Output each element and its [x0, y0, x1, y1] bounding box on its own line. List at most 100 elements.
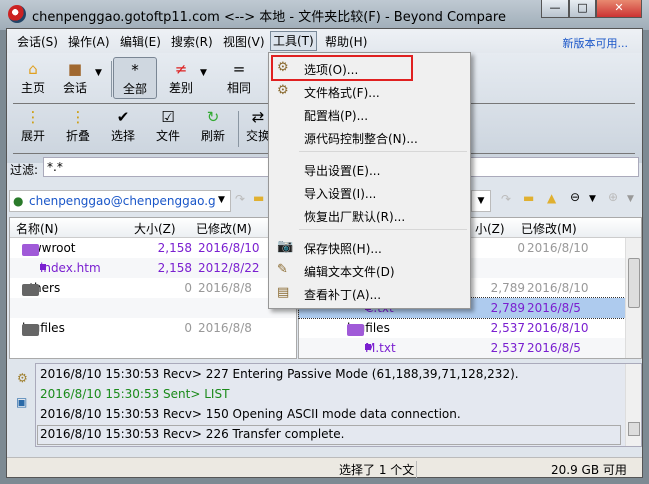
edit-text-icon: ✎ [277, 262, 288, 277]
name-column-header[interactable]: 名称(N) [16, 220, 58, 237]
menu-view[interactable]: 视图(V) [223, 33, 265, 50]
tools-menu-item[interactable]: 配置档(P)... [269, 105, 470, 125]
session-label: 会话 [62, 81, 87, 95]
tools-menu-item[interactable]: 恢复出厂默认(R)... [269, 206, 470, 226]
menu-session[interactable]: 会话(S) [17, 33, 58, 50]
maximize-button[interactable]: □ [569, 0, 596, 18]
select-label: 选择 [110, 129, 135, 143]
title-bar: chenpenggao.gotoftp11.com <--> 本地 - 文件夹比… [0, 0, 649, 30]
back-icon[interactable]: ⊖ [570, 190, 580, 204]
table-row[interactable] [10, 298, 296, 318]
parent-folder-icon[interactable]: ▲ [547, 191, 556, 205]
new-version-link[interactable]: 新版本可用... [563, 35, 629, 51]
menu-search[interactable]: 搜索(R) [171, 33, 213, 50]
file-format-icon: ⚙ [277, 83, 289, 98]
file-date: 2016/8/10 [198, 241, 260, 255]
same-button[interactable]: = 相同 [217, 59, 261, 96]
file-icon [40, 264, 46, 270]
minimize-button[interactable]: — [541, 0, 569, 18]
not-equal-icon: ≠ [174, 60, 188, 78]
home-label: 主页 [20, 81, 45, 95]
chevron-down-icon[interactable]: ▼ [627, 194, 634, 204]
home-button[interactable]: ⌂ 主页 [11, 59, 55, 96]
menu-edit[interactable]: 编辑(E) [120, 33, 161, 50]
checkmark-icon: ✔ [116, 108, 130, 126]
briefcase-icon: ■ [67, 60, 83, 78]
table-row[interactable]: others 0 2016/8/8 [10, 278, 296, 298]
table-row[interactable]: index.htm 2,158 2012/8/22 [10, 258, 296, 278]
tools-menu-item[interactable]: ✎ 编辑文本文件(D) [269, 261, 470, 281]
table-row[interactable]: logfiles 2,537 2016/8/10 [299, 318, 625, 338]
modified-column-header[interactable]: 已修改(M) [196, 220, 252, 237]
scrollbar-thumb[interactable] [628, 422, 640, 436]
folder-icon [22, 244, 39, 256]
save-icon[interactable]: ▣ [16, 395, 27, 409]
folder-icon [22, 284, 39, 296]
tools-menu-item[interactable]: 源代码控制整合(N)... [269, 128, 470, 148]
files-button[interactable]: ☑ 文件 [146, 107, 190, 144]
tools-menu-item[interactable]: 📷 保存快照(H)... [269, 238, 470, 258]
close-button[interactable]: ✕ [596, 0, 642, 18]
file-name: index.htm [40, 261, 101, 275]
log-scrollbar[interactable] [625, 364, 641, 446]
tools-menu-item[interactable]: ⚙ 文件格式(F)... [269, 82, 470, 102]
menu-item-label: 配置档(P)... [304, 109, 369, 123]
tools-menu-item[interactable]: ▤ 查看补丁(A)... [269, 284, 470, 304]
file-name: others [22, 281, 60, 296]
left-file-pane: 名称(N) 大小(Z) 已修改(M) wwwroot 2,158 2016/8/10… [9, 217, 297, 359]
file-size: 2,537 [490, 341, 525, 355]
folder-icon[interactable]: ▬ [253, 191, 264, 205]
log-line: 2016/8/10 15:30:53 Recv> 150 Opening ASC… [40, 407, 461, 421]
show-all-button[interactable]: * 全部 [113, 57, 157, 99]
tools-menu-item[interactable]: ⚙ 选项(O)... [269, 55, 470, 81]
menu-action[interactable]: 操作(A) [68, 33, 110, 50]
sync-arrow-icon[interactable]: ↷ [235, 192, 245, 206]
divider [238, 111, 239, 147]
menu-item-label: 查看补丁(A)... [304, 288, 382, 302]
menu-item-label: 导出设置(E)... [304, 164, 381, 178]
expand-button[interactable]: ⋮ 展开 [11, 107, 55, 144]
left-path-combo[interactable]: ● chenpenggao@chenpenggao.g ▼ [9, 190, 231, 212]
table-row[interactable]: wwwroot 2,158 2016/8/10 [10, 238, 296, 258]
selection-status: 选择了 1 个文 [339, 461, 418, 478]
sync-arrow-icon[interactable]: ↷ [501, 192, 511, 206]
tools-menu-item[interactable]: 导入设置(I)... [269, 183, 470, 203]
right-scrollbar[interactable] [625, 238, 641, 358]
open-folder-icon[interactable]: ▬ [523, 191, 534, 205]
menu-separator [299, 229, 467, 230]
size-column-header[interactable]: 小(Z) [475, 220, 505, 237]
window-title: chenpenggao.gotoftp11.com <--> 本地 - 文件夹比… [32, 10, 506, 25]
modified-column-header[interactable]: 已修改(M) [521, 220, 577, 237]
forward-icon[interactable]: ⊕ [608, 190, 618, 204]
chevron-down-icon[interactable]: ▼ [200, 68, 207, 78]
menu-tools[interactable]: 工具(T) [270, 31, 317, 51]
menu-help[interactable]: 帮助(H) [325, 33, 367, 50]
file-size: 2,789 [490, 301, 525, 315]
size-column-header[interactable]: 大小(Z) [134, 220, 176, 237]
right-path-dropdown[interactable]: ▼ [471, 190, 491, 212]
gear-icon[interactable]: ⚙ [17, 371, 28, 385]
scrollbar-thumb[interactable] [628, 258, 640, 308]
log-line: 2016/8/10 15:30:53 Recv> 226 Transfer co… [40, 427, 345, 441]
chevron-down-icon[interactable]: ▼ [589, 194, 596, 204]
diff-button[interactable]: ≠ 差别 [159, 59, 203, 96]
file-icon [365, 344, 371, 350]
chevron-down-icon[interactable]: ▼ [95, 68, 102, 78]
refresh-label: 刷新 [200, 129, 225, 143]
left-path: chenpenggao@chenpenggao.g [29, 194, 216, 208]
tools-menu-dropdown: ⚙ 选项(O)... ⚙ 文件格式(F)... 配置档(P)... 源代码控制整合(N).… [268, 52, 471, 309]
app-icon [8, 5, 26, 23]
left-column-headers: 名称(N) 大小(Z) 已修改(M) [10, 218, 296, 238]
select-button[interactable]: ✔ 选择 [101, 107, 145, 144]
session-button[interactable]: ■ 会话 [53, 59, 97, 96]
folder-icon [347, 324, 364, 336]
table-row[interactable]: logfiles 0 2016/8/8 [10, 318, 296, 338]
file-size: 0 [184, 281, 192, 295]
refresh-button[interactable]: ↻ 刷新 [191, 107, 235, 144]
highlight-box [271, 55, 413, 81]
log-line: 2016/8/10 15:30:53 Recv> 227 Entering Pa… [40, 367, 519, 381]
table-row[interactable]: M.txt 2,537 2016/8/5 [299, 338, 625, 358]
collapse-button[interactable]: ⋮ 折叠 [56, 107, 100, 144]
tools-menu-item[interactable]: 导出设置(E)... [269, 160, 470, 180]
menu-item-label: 恢复出厂默认(R)... [304, 210, 406, 224]
